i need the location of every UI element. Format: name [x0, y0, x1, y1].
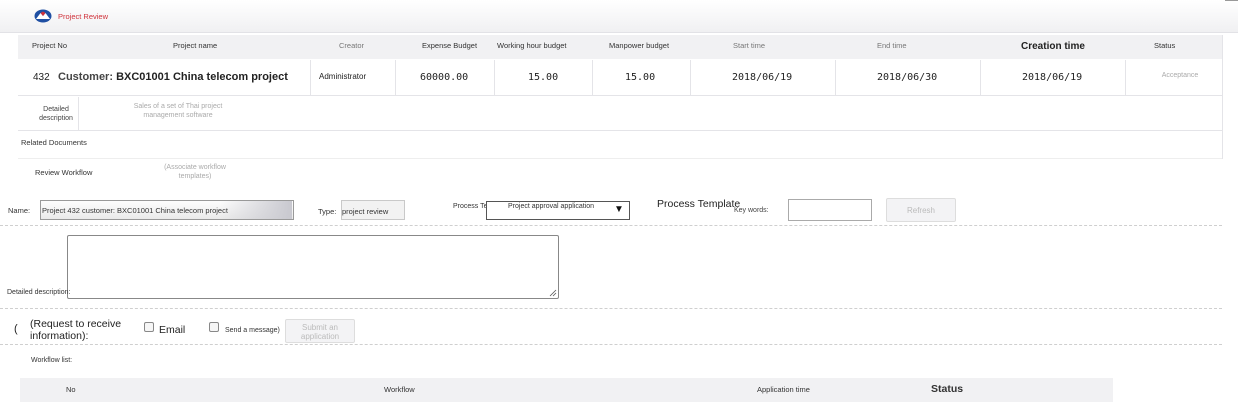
dashed-divider	[0, 308, 1222, 309]
cell-divider	[592, 60, 593, 95]
cell-divider	[835, 60, 836, 95]
project-name-value: BXC01001 China telecom project	[116, 71, 288, 83]
col-project-name: Project name	[173, 41, 218, 50]
col-manpower-budget: Manpower budget	[609, 41, 670, 50]
col-workflow-status: Status	[931, 383, 964, 395]
cell-divider	[310, 60, 311, 95]
cell-divider	[1125, 60, 1126, 95]
dashed-divider	[0, 225, 1222, 226]
cell-divider	[980, 60, 981, 95]
detailed-description-label: Detailed description	[39, 106, 73, 122]
type-field[interactable]: project review	[341, 200, 405, 220]
keywords-input[interactable]	[788, 199, 872, 221]
request-info-label: (Request to receive information):	[30, 318, 122, 342]
send-message-label: Send a message)	[225, 327, 280, 334]
table-right-border	[1222, 35, 1223, 159]
project-no-value: 432	[33, 72, 50, 83]
creator-value: Administrator	[319, 72, 367, 81]
name-label: Name:	[8, 206, 31, 215]
related-documents-label: Related Documents	[21, 138, 87, 147]
app-logo-icon	[34, 9, 52, 23]
paren-glyph: (	[14, 323, 18, 335]
col-application-time: Application time	[757, 385, 810, 394]
col-creation-time: Creation time	[1021, 41, 1085, 52]
associate-workflow-link[interactable]: (Associate workflow templates)	[155, 163, 235, 181]
expense-budget-value: 60000.00	[420, 72, 469, 83]
process-template-heading: Process Template	[657, 198, 741, 210]
detailed-description-textarea[interactable]	[67, 235, 559, 299]
window-edge	[1225, 0, 1238, 1]
send-message-checkbox[interactable]	[209, 322, 219, 332]
col-start-time: Start time	[733, 41, 766, 50]
end-time-value: 2018/06/30	[877, 72, 938, 83]
workflow-list-label: Workflow list:	[31, 357, 73, 364]
manpower-budget-value: 15.00	[625, 72, 656, 83]
keywords-label: Key words:	[734, 207, 769, 214]
dropdown-arrow-icon[interactable]: ▼	[614, 204, 624, 215]
app-title[interactable]: Project Review	[58, 12, 108, 21]
status-badge: Acceptance	[1161, 72, 1199, 79]
review-workflow-label: Review Workflow	[35, 168, 93, 177]
working-hour-budget-value: 15.00	[528, 72, 559, 83]
project-name-link[interactable]: Customer: BXC01001 China telecom project	[58, 71, 288, 83]
col-end-time: End time	[877, 41, 907, 50]
cell-divider	[690, 60, 691, 95]
resize-grip-icon[interactable]	[549, 289, 557, 297]
col-workflow: Workflow	[384, 385, 415, 394]
cell-divider	[395, 60, 396, 95]
creation-time-value: 2018/06/19	[1022, 72, 1083, 83]
divider	[18, 158, 1222, 159]
cell-divider	[494, 60, 495, 95]
email-label: Email	[159, 324, 186, 336]
start-time-value: 2018/06/19	[732, 72, 793, 83]
col-status: Status	[1154, 41, 1176, 50]
col-expense-budget: Expense Budget	[422, 41, 478, 50]
col-project-no: Project No	[32, 41, 68, 50]
submit-application-button[interactable]: Submit an application	[285, 319, 355, 343]
dashed-divider	[0, 344, 1222, 345]
refresh-button[interactable]: Refresh	[886, 198, 956, 222]
col-creator: Creator	[339, 41, 365, 50]
col-working-hour-budget: Working hour budget	[497, 41, 567, 50]
email-checkbox[interactable]	[144, 322, 154, 332]
process-template-selected: Project approval application	[508, 203, 594, 210]
detailed-description-value: Sales of a set of Thai project managemen…	[133, 103, 223, 119]
project-name-prefix: Customer:	[58, 71, 114, 83]
col-no: No	[66, 385, 76, 394]
detailed-description-label: Detailed description:	[7, 289, 71, 296]
top-bar	[0, 0, 1238, 33]
name-input-shade	[220, 201, 292, 219]
type-label: Type:	[318, 207, 337, 216]
